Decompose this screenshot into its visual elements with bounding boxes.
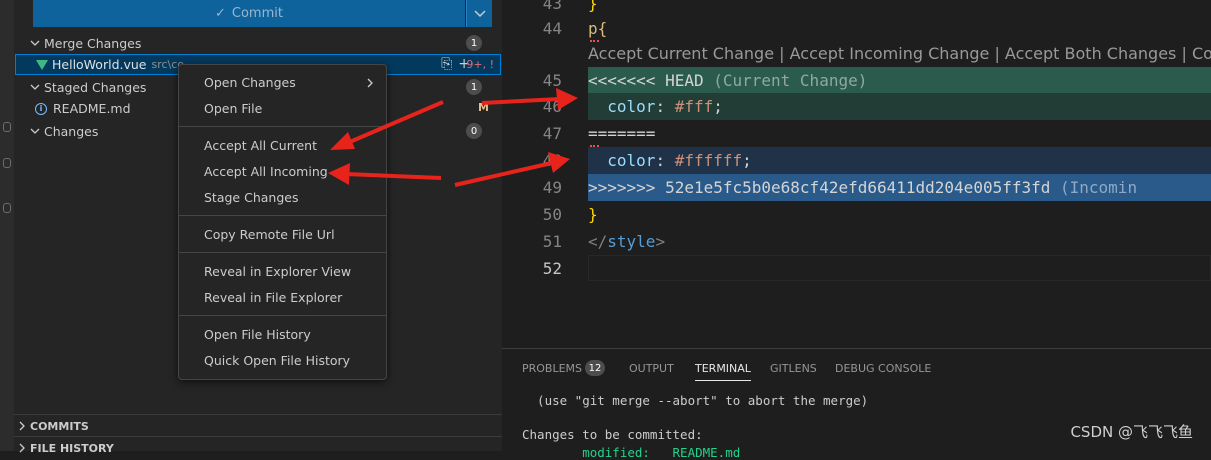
chevron-right-icon (14, 421, 30, 431)
group-label: Changes (44, 123, 99, 139)
commit-dropdown-button[interactable] (466, 0, 492, 27)
context-menu: Open Changes Open File Accept All Curren… (178, 64, 387, 380)
line-number: 50 (542, 205, 562, 224)
menu-open-file-history[interactable]: Open File History (204, 325, 311, 345)
menu-separator (179, 215, 386, 216)
css-colon: : (655, 151, 675, 170)
chevron-right-icon (367, 78, 373, 88)
file-history-section[interactable]: FILE HISTORY (14, 436, 502, 459)
code-editor[interactable]: 43 44 45 46 47 48 49 50 51 52 } p{ Accep… (502, 0, 1211, 340)
section-label: FILE HISTORY (30, 441, 114, 455)
line-number: 51 (542, 232, 562, 251)
css-property: color (588, 151, 656, 170)
chevron-down-icon (28, 128, 42, 135)
vue-file-icon (36, 59, 48, 70)
chevron-down-icon (28, 84, 42, 91)
activity-icon[interactable] (3, 122, 11, 132)
count-badge: 0 (466, 123, 482, 139)
chevron-down-icon (28, 40, 42, 47)
tag-open: </ (588, 232, 608, 251)
menu-accept-all-current[interactable]: Accept All Current (204, 136, 317, 156)
file-status: M (478, 101, 489, 114)
line-number: 48 (542, 151, 562, 170)
css-value: #fff (674, 97, 714, 116)
code-line: color: #fff; (588, 93, 723, 120)
open-file-icon[interactable]: ⎘ (441, 56, 452, 72)
code-line: color: #ffffff; (588, 147, 752, 174)
terminal-line: modified: README.md (522, 445, 741, 460)
line-number: 44 (542, 19, 562, 38)
activity-bar (0, 0, 14, 451)
tag-name: style (607, 232, 656, 251)
terminal-line: (use "git merge --abort" to abort the me… (522, 393, 869, 408)
file-name: HelloWorld.vue (52, 57, 147, 72)
tab-debug-console[interactable]: DEBUG CONSOLE (835, 361, 931, 377)
terminal-line: Changes to be committed: (522, 427, 703, 442)
line-number: 47 (542, 124, 562, 143)
current-line-highlight (588, 255, 1211, 281)
group-label: Merge Changes (44, 35, 142, 51)
menu-separator (179, 252, 386, 253)
bottom-panel: PROBLEMS 12 OUTPUT TERMINAL GITLENS DEBU… (502, 348, 1211, 460)
menu-open-changes[interactable]: Open Changes (204, 73, 296, 93)
file-status: 9+, ! (466, 58, 494, 71)
conflict-marker-incoming: >>>>>>> 52e1e5fc5b0e68cf42efd66411dd204e… (588, 174, 1137, 201)
error-squiggle (590, 36, 599, 42)
menu-reveal-explorer-view[interactable]: Reveal in Explorer View (204, 262, 351, 282)
chevron-right-icon (14, 443, 30, 453)
tab-output[interactable]: OUTPUT (629, 361, 674, 377)
marker-text: <<<<<<< HEAD (588, 71, 704, 90)
css-property: color (588, 97, 656, 116)
marker-label: (Incomin (1050, 178, 1138, 197)
merge-codelens-actions[interactable]: Accept Current Change | Accept Incoming … (588, 43, 1211, 65)
count-badge: 1 (466, 35, 482, 51)
problems-count-badge: 12 (585, 360, 605, 376)
tab-problems[interactable]: PROBLEMS (522, 361, 582, 377)
code-line: } (588, 205, 598, 224)
check-icon: ✓ (215, 6, 226, 21)
chevron-down-icon (473, 9, 486, 17)
conflict-marker-current: <<<<<<< HEAD (Current Change) (588, 67, 867, 94)
commits-section[interactable]: COMMITS (14, 414, 502, 437)
menu-copy-remote-url[interactable]: Copy Remote File Url (204, 225, 335, 245)
group-label: Staged Changes (44, 79, 147, 95)
menu-separator (179, 126, 386, 127)
menu-separator (179, 315, 386, 316)
commit-label: Commit (231, 6, 283, 21)
merge-changes-group[interactable]: Merge Changes 1 (28, 32, 492, 54)
menu-stage-changes[interactable]: Stage Changes (204, 188, 298, 208)
line-number: 45 (542, 71, 562, 90)
marker-label: (Current Change) (703, 71, 868, 90)
code-line: </style> (588, 228, 665, 255)
menu-open-file[interactable]: Open File (204, 99, 262, 119)
line-number: 46 (542, 97, 562, 116)
tag-close: > (655, 232, 666, 251)
menu-accept-all-incoming[interactable]: Accept All Incoming (204, 162, 328, 182)
css-value: #ffffff (674, 151, 743, 170)
watermark: CSDN @飞飞飞鱼 (1070, 423, 1193, 441)
css-semicolon: ; (713, 97, 723, 116)
tab-terminal[interactable]: TERMINAL (695, 361, 751, 381)
css-colon: : (655, 97, 675, 116)
file-name: README.md (53, 101, 131, 116)
commit-button[interactable]: ✓ Commit (33, 0, 465, 27)
menu-quick-open-file-history[interactable]: Quick Open File History (204, 351, 350, 371)
tab-gitlens[interactable]: GITLENS (770, 361, 817, 377)
marker-text: >>>>>>> 52e1e5fc5b0e68cf42efd66411dd204e… (588, 178, 1051, 197)
css-semicolon: ; (742, 151, 752, 170)
line-number: 52 (542, 259, 562, 278)
menu-reveal-file-explorer[interactable]: Reveal in File Explorer (204, 288, 342, 308)
activity-icon[interactable] (3, 158, 11, 168)
activity-icon[interactable] (3, 203, 11, 213)
info-icon: i (35, 102, 47, 115)
line-number: 49 (542, 178, 562, 197)
section-label: COMMITS (30, 419, 89, 433)
count-badge: 1 (466, 79, 482, 95)
